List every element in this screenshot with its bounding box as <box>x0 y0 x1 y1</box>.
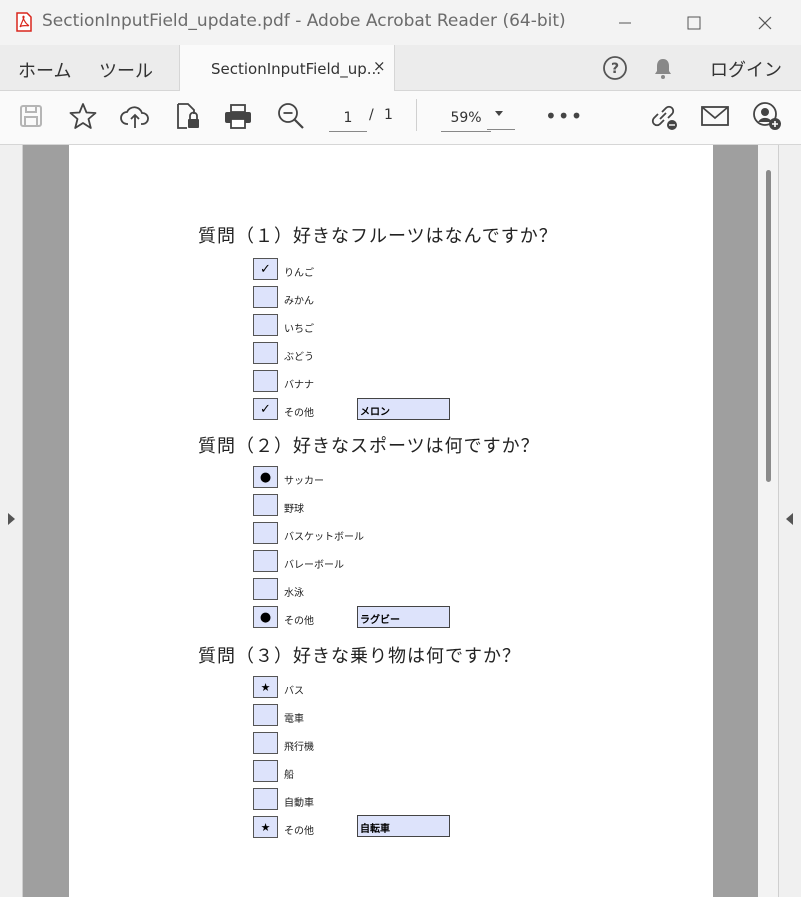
bell-icon[interactable] <box>650 55 676 81</box>
option-label: ぶどう <box>284 352 314 363</box>
checkbox-option[interactable] <box>253 788 278 810</box>
radio-option[interactable] <box>253 494 278 516</box>
expand-right-panel-icon[interactable] <box>786 513 793 525</box>
chevron-down-icon[interactable] <box>495 111 503 116</box>
close-window-button[interactable] <box>742 0 788 45</box>
check-mark: ✓ <box>260 401 271 417</box>
checkbox-option[interactable] <box>253 704 278 726</box>
radio-option[interactable] <box>253 522 278 544</box>
checkbox-option[interactable] <box>253 342 278 364</box>
checkbox-option[interactable] <box>253 760 278 782</box>
checkbox-option[interactable] <box>253 732 278 754</box>
other-text-field[interactable]: ラグビー <box>357 606 450 628</box>
tab-close-button[interactable]: × <box>373 57 386 75</box>
radio-option[interactable]: ● <box>253 606 278 628</box>
checkbox-option[interactable] <box>253 370 278 392</box>
page-number-input[interactable] <box>329 105 367 132</box>
expand-left-panel-icon[interactable] <box>8 513 15 525</box>
acrobat-pdf-icon <box>15 12 33 32</box>
share-link-icon[interactable] <box>648 101 678 131</box>
option-label: その他 <box>284 408 314 419</box>
save-icon[interactable] <box>16 101 46 131</box>
option-label: 飛行機 <box>284 742 314 753</box>
star-mark: ★ <box>260 680 271 694</box>
svg-text:?: ? <box>611 61 619 77</box>
checkbox-option[interactable] <box>253 286 278 308</box>
more-options-button[interactable]: ••• <box>545 104 583 128</box>
radio-option[interactable] <box>253 550 278 572</box>
option-label: バレーボール <box>284 560 344 571</box>
check-mark: ✓ <box>260 261 271 277</box>
add-user-icon[interactable] <box>752 101 782 131</box>
question-title: 質問（２）好きなスポーツは何ですか？ <box>198 436 540 457</box>
option-label: その他 <box>284 826 314 837</box>
star-mark: ★ <box>260 820 271 834</box>
option-label: りんご <box>284 268 314 279</box>
option-label: その他 <box>284 616 314 627</box>
checkbox-option[interactable]: ★ <box>253 816 278 838</box>
checkbox-option[interactable]: ✓ <box>253 258 278 280</box>
pdf-page <box>69 145 713 897</box>
option-label: 野球 <box>284 504 304 515</box>
option-label: いちご <box>284 324 314 335</box>
option-label: 自動車 <box>284 798 314 809</box>
radio-dot: ● <box>259 469 272 485</box>
login-button[interactable]: ログイン <box>710 56 782 82</box>
question-title: 質問（３）好きな乗り物は何ですか？ <box>198 646 521 667</box>
print-icon[interactable] <box>223 101 253 131</box>
option-label: バスケットボール <box>284 532 364 543</box>
option-label: みかん <box>284 296 314 307</box>
menu-home[interactable]: ホーム <box>18 57 71 83</box>
page-separator: / <box>369 107 374 123</box>
other-text-field[interactable]: メロン <box>357 398 450 420</box>
option-label: バス <box>284 686 304 697</box>
radio-option[interactable] <box>253 578 278 600</box>
option-label: バナナ <box>284 380 314 391</box>
title-bar: SectionInputField_update.pdf - Adobe Acr… <box>0 0 801 46</box>
document-tab[interactable]: SectionInputField_up... × <box>179 45 395 91</box>
star-icon[interactable] <box>68 101 98 131</box>
radio-option[interactable]: ● <box>253 466 278 488</box>
scrollbar-thumb[interactable] <box>766 170 771 482</box>
option-label: 船 <box>284 770 294 781</box>
mail-icon[interactable] <box>700 101 730 131</box>
option-label: 電車 <box>284 714 304 725</box>
checkbox-option[interactable]: ✓ <box>253 398 278 420</box>
cloud-upload-icon[interactable] <box>120 101 150 131</box>
checkbox-option[interactable]: ★ <box>253 676 278 698</box>
zoom-underline <box>487 129 515 130</box>
maximize-button[interactable] <box>671 0 717 45</box>
minimize-button[interactable] <box>602 0 648 45</box>
zoom-out-icon[interactable] <box>276 101 306 131</box>
menu-tools[interactable]: ツール <box>99 57 153 83</box>
window-title: SectionInputField_update.pdf - Adobe Acr… <box>42 11 566 31</box>
radio-dot: ● <box>259 609 272 625</box>
zoom-input[interactable] <box>441 105 491 132</box>
toolbar-divider <box>416 99 417 131</box>
option-label: サッカー <box>284 476 324 487</box>
protect-file-icon[interactable] <box>172 101 202 131</box>
help-icon[interactable]: ? <box>602 55 628 81</box>
checkbox-option[interactable] <box>253 314 278 336</box>
other-text-field[interactable]: 自転車 <box>357 815 450 837</box>
option-label: 水泳 <box>284 588 304 599</box>
document-tab-label: SectionInputField_up... <box>211 60 382 78</box>
question-title: 質問（１）好きなフルーツはなんですか？ <box>198 226 558 247</box>
page-total: 1 <box>384 107 393 123</box>
